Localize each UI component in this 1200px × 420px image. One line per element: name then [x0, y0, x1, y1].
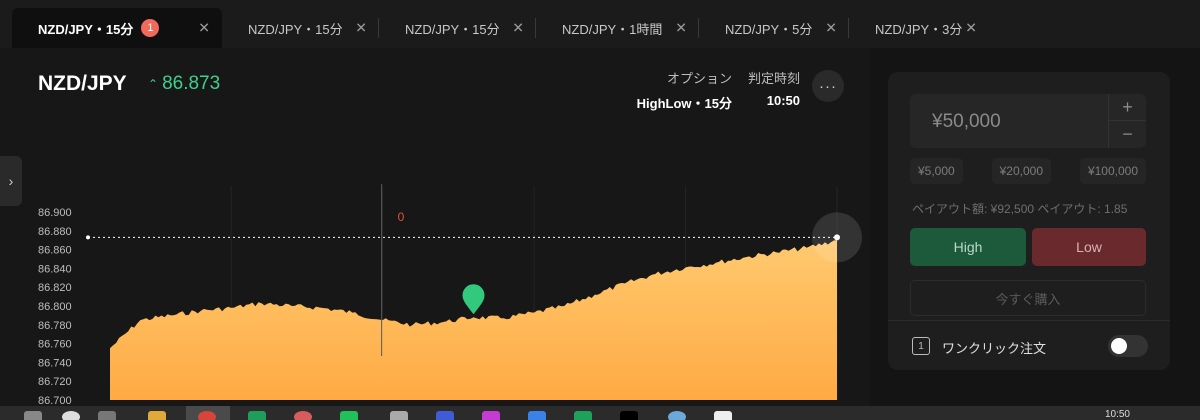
preset-100000-button[interactable]: ¥100,000	[1079, 158, 1146, 184]
y-tick-label: 86.840	[38, 263, 72, 275]
y-tick-label: 86.820	[38, 282, 72, 294]
buy-now-button[interactable]: 今すぐ購入	[910, 280, 1146, 316]
amount-presets: ¥5,000 ¥20,000 ¥100,000	[910, 158, 1146, 184]
y-tick-label: 86.740	[38, 357, 72, 369]
taskbar-clock: 10:50	[1104, 409, 1130, 420]
terminal-icon[interactable]	[620, 411, 638, 420]
tab-label: NZD/JPY・15分	[38, 21, 134, 37]
tab-badge: 1	[141, 19, 160, 37]
close-icon[interactable]: ✕	[965, 20, 977, 37]
sheets-icon[interactable]	[248, 411, 266, 420]
amount-input[interactable]: ¥50,000 + −	[910, 94, 1146, 148]
y-tick-label: 86.780	[38, 320, 72, 332]
tab-label: NZD/JPY・15分	[405, 21, 500, 37]
y-tick-label: 86.900	[38, 207, 72, 219]
close-icon[interactable]: ✕	[198, 20, 210, 37]
tab-nzdjpy-15m-2[interactable]: NZD/JPY・15分 ✕	[222, 8, 379, 48]
search-icon[interactable]	[62, 411, 80, 420]
price-area	[110, 240, 837, 400]
y-tick-label: 86.860	[38, 245, 72, 257]
line-icon[interactable]	[340, 411, 358, 420]
one-click-toggle[interactable]	[1108, 335, 1148, 357]
one-click-label: ワンクリック注文	[942, 341, 1047, 356]
y-tick-label: 86.880	[38, 226, 72, 238]
chrome-icon[interactable]	[198, 411, 216, 420]
high-button[interactable]: High	[910, 228, 1026, 266]
taskbar: 10:50	[0, 406, 1200, 420]
app-icon[interactable]	[482, 411, 500, 420]
tab-label: NZD/JPY・15分	[248, 21, 343, 37]
tab-bar: NZD/JPY・15分 1 ✕ NZD/JPY・15分 ✕ NZD/JPY・15…	[0, 0, 1200, 48]
current-price-dot	[834, 234, 840, 241]
marker-label: 0	[398, 210, 405, 224]
one-click-order-row: 1 ワンクリック注文	[888, 320, 1170, 370]
y-tick-label: 86.760	[38, 339, 72, 351]
tab-label: NZD/JPY・3分	[875, 21, 963, 37]
one-click-icon: 1	[912, 337, 930, 355]
tab-nzdjpy-1h[interactable]: NZD/JPY・1時間 ✕	[536, 8, 699, 48]
caret-up-icon: ⌃	[148, 76, 159, 91]
price-line-start-dot	[86, 235, 90, 240]
trade-panel: ¥50,000 + − ¥5,000 ¥20,000 ¥100,000 ペイアウ…	[888, 72, 1170, 370]
price-chart[interactable]: 86.900 86.880 86.860 86.840 86.820 86.800 86.7…	[0, 96, 870, 420]
close-icon[interactable]: ✕	[355, 20, 367, 37]
chart-area: › NZD/JPY ⌃ 86.873 オプション HighLow・15分 判定時刻…	[0, 48, 870, 420]
tab-nzdjpy-15m-active[interactable]: NZD/JPY・15分 1 ✕	[12, 8, 222, 48]
tab-label: NZD/JPY・1時間	[562, 21, 663, 37]
preset-20000-button[interactable]: ¥20,000	[991, 158, 1052, 184]
close-icon[interactable]: ✕	[675, 20, 687, 37]
payout-info: ペイアウト額: ¥92,500 ペイアウト: 1.85	[912, 202, 1128, 216]
app-icon[interactable]	[390, 411, 408, 420]
tab-label: NZD/JPY・5分	[725, 21, 813, 37]
document-icon[interactable]	[714, 411, 732, 420]
tab-nzdjpy-15m-3[interactable]: NZD/JPY・15分 ✕	[379, 8, 536, 48]
amount-value: ¥50,000	[932, 111, 1001, 132]
close-icon[interactable]: ✕	[512, 20, 524, 37]
y-tick-label: 86.720	[38, 376, 72, 388]
current-price: ⌃ 86.873	[148, 73, 220, 95]
task-view-icon[interactable]	[98, 411, 116, 420]
increase-amount-button[interactable]: +	[1108, 94, 1146, 121]
tab-nzdjpy-5m[interactable]: NZD/JPY・5分 ✕	[699, 8, 849, 48]
folder-icon[interactable]	[148, 411, 166, 420]
y-tick-label: 86.800	[38, 301, 72, 313]
tab-nzdjpy-3m[interactable]: NZD/JPY・3分 ✕	[849, 8, 989, 48]
low-button[interactable]: Low	[1032, 228, 1146, 266]
preset-5000-button[interactable]: ¥5,000	[910, 158, 963, 184]
app-icon[interactable]	[436, 411, 454, 420]
pair-title: NZD/JPY	[38, 72, 127, 95]
app-icon[interactable]	[574, 411, 592, 420]
toggle-knob	[1111, 338, 1127, 354]
expiry-label: 判定時刻	[747, 71, 800, 86]
app-icon[interactable]	[668, 411, 686, 420]
app-icon[interactable]	[294, 411, 312, 420]
app-icon[interactable]	[528, 411, 546, 420]
close-icon[interactable]: ✕	[825, 20, 837, 37]
windows-icon[interactable]	[24, 411, 42, 420]
option-label: オプション	[666, 71, 732, 86]
entry-marker-icon[interactable]	[462, 284, 485, 315]
decrease-amount-button[interactable]: −	[1108, 121, 1146, 148]
price-value: 86.873	[162, 73, 221, 94]
